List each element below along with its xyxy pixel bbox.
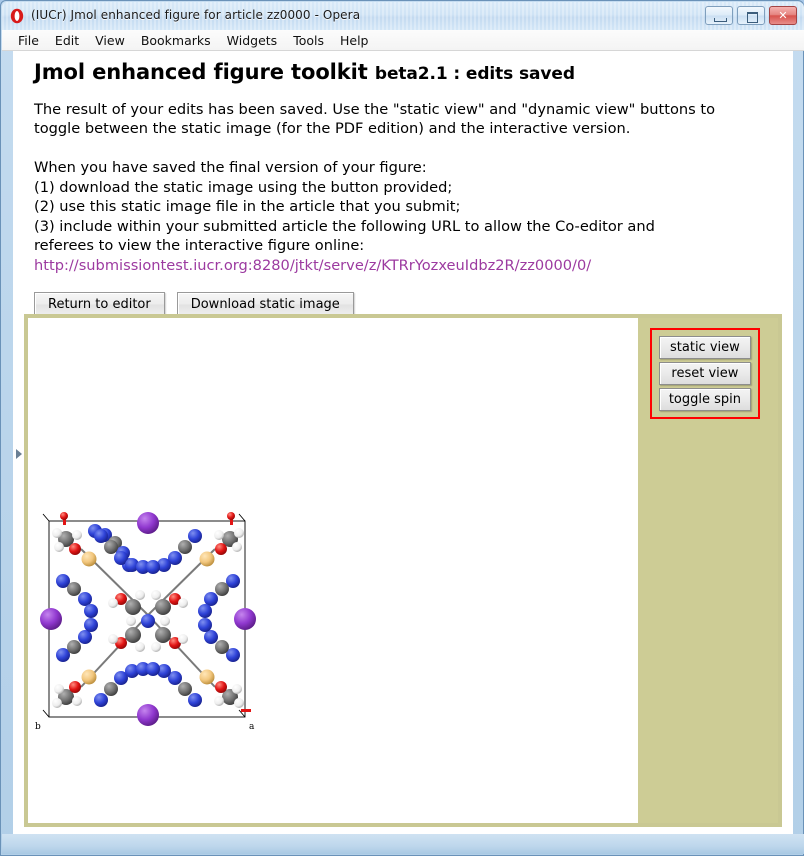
menu-item-tools[interactable]: Tools [285, 31, 332, 50]
instructions-lead: When you have saved the final version of… [34, 159, 427, 176]
figure-inner: static view reset view toggle spin b a [28, 318, 778, 823]
toggle-spin-button[interactable]: toggle spin [658, 388, 751, 411]
page-title-main: Jmol enhanced figure toolkit [34, 60, 368, 84]
menu-item-bookmarks[interactable]: Bookmarks [133, 31, 219, 50]
window-controls: ✕ [705, 6, 797, 25]
title-bar: (IUCr) Jmol enhanced figure for article … [1, 1, 804, 31]
maximize-icon [747, 12, 758, 23]
download-static-image-button[interactable]: Download static image [176, 291, 354, 317]
figure-container: static view reset view toggle spin b a [24, 314, 782, 827]
instruction-item-2: (2) use this static image file in the ar… [34, 198, 461, 215]
browser-window: (IUCr) Jmol enhanced figure for article … [0, 0, 804, 856]
instruction-item-1: (1) download the static image using the … [34, 178, 453, 196]
page-viewport: Jmol enhanced figure toolkit beta2.1 : e… [13, 51, 793, 835]
reset-view-button[interactable]: reset view [658, 362, 751, 385]
maximize-button[interactable] [737, 6, 765, 25]
figure-url-link[interactable]: http://submissiontest.iucr.org:8280/jtkt… [34, 256, 591, 276]
instruction-item-3-cont: referees to view the interactive figure … [34, 237, 365, 254]
chevron-right-icon [16, 449, 22, 459]
menu-item-help[interactable]: Help [332, 31, 377, 50]
action-button-row: Return to editor Download static image [34, 291, 792, 317]
menu-item-view[interactable]: View [87, 31, 133, 50]
close-button[interactable]: ✕ [769, 6, 797, 25]
opera-logo-icon [9, 8, 25, 24]
jmol-controls: static view reset view toggle spin [649, 328, 760, 419]
static-view-button[interactable]: static view [658, 336, 751, 359]
axis-label-a: a [249, 722, 255, 732]
instructions-block: When you have saved the final version of… [34, 158, 756, 276]
minimize-button[interactable] [705, 6, 733, 25]
jmol-molecule-canvas[interactable]: b a [33, 503, 263, 733]
menu-item-widgets[interactable]: Widgets [219, 31, 286, 50]
window-title: (IUCr) Jmol enhanced figure for article … [31, 8, 361, 22]
crystal-structure-svg: b a [33, 503, 263, 733]
axis-label-b: b [35, 722, 41, 732]
page-title: Jmol enhanced figure toolkit beta2.1 : e… [34, 60, 792, 84]
return-to-editor-button[interactable]: Return to editor [34, 291, 165, 317]
instruction-item-3: (3) include within your submitted articl… [34, 217, 655, 235]
menu-item-file[interactable]: File [10, 31, 47, 50]
intro-paragraph: The result of your edits has been saved.… [34, 101, 716, 137]
close-icon: ✕ [778, 8, 788, 22]
window-bottom-edge [2, 834, 804, 854]
minimize-icon [714, 18, 727, 22]
sidebar-expander-button[interactable] [14, 442, 24, 466]
page-title-sub: beta2.1 : edits saved [374, 64, 575, 84]
menu-bar: File Edit View Bookmarks Widgets Tools H… [2, 30, 804, 51]
menu-item-edit[interactable]: Edit [47, 31, 87, 50]
